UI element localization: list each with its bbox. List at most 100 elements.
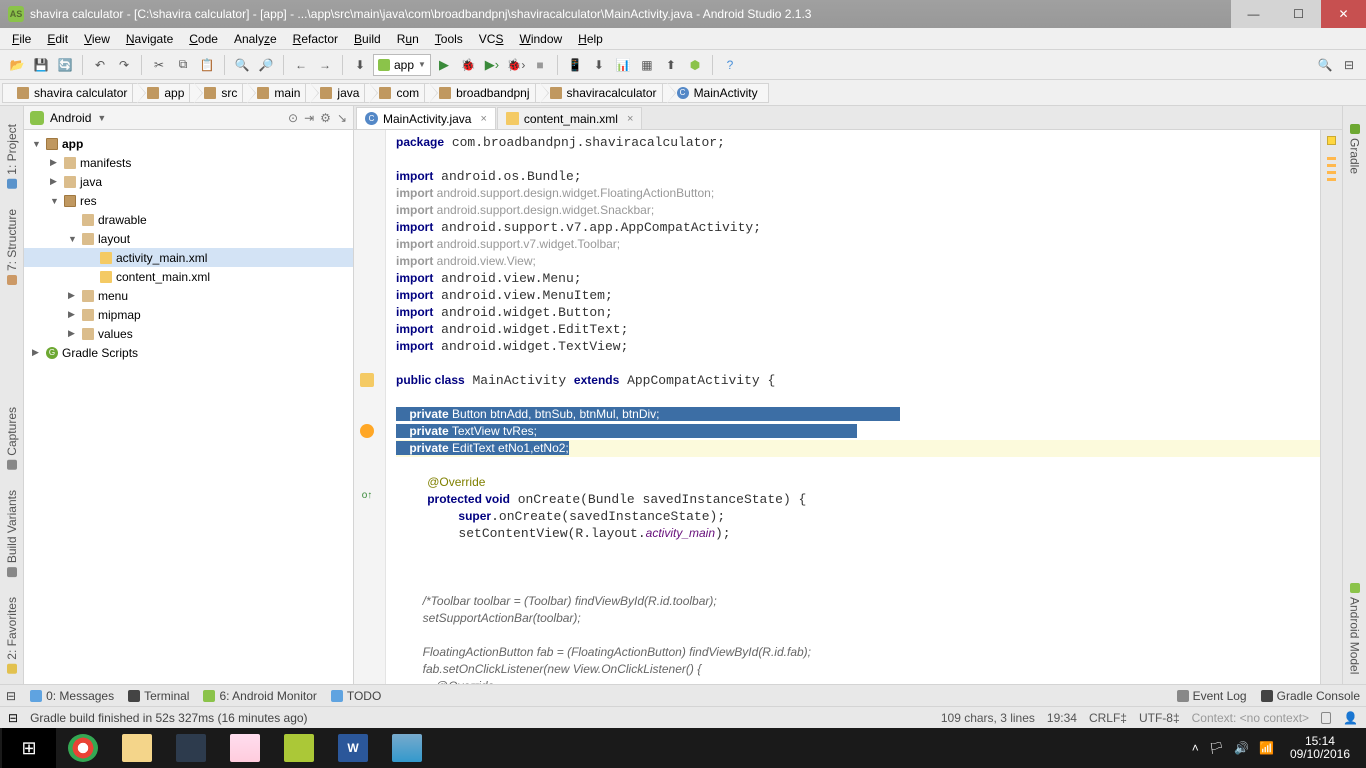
sdk-manager-icon[interactable]: ⬇ xyxy=(588,54,610,76)
expand-arrow-icon[interactable]: ▶ xyxy=(50,157,60,168)
taskbar-paint[interactable] xyxy=(218,728,272,768)
project-view-mode[interactable]: Android xyxy=(50,111,91,125)
ddms-icon[interactable]: 📊 xyxy=(612,54,634,76)
stop-icon[interactable]: ■ xyxy=(529,54,551,76)
tab-captures[interactable]: Captures xyxy=(3,397,21,480)
apply-changes-icon[interactable]: ▶› xyxy=(481,54,503,76)
expand-arrow-icon[interactable]: ▶ xyxy=(50,176,60,187)
android-icon[interactable]: ⬢ xyxy=(684,54,706,76)
tab-build-variants[interactable]: Build Variants xyxy=(3,480,21,587)
menu-window[interactable]: Window xyxy=(511,30,570,48)
ide-settings-icon[interactable]: ⊟ xyxy=(1338,54,1360,76)
maximize-button[interactable]: ☐ xyxy=(1276,0,1321,28)
replace-icon[interactable]: 🔎 xyxy=(255,54,277,76)
menu-refactor[interactable]: Refactor xyxy=(285,30,346,48)
menu-code[interactable]: Code xyxy=(181,30,226,48)
expand-arrow-icon[interactable]: ▼ xyxy=(50,196,60,206)
tray-network-icon[interactable]: 📶 xyxy=(1259,741,1274,755)
status-restore-icon[interactable]: ⊟ xyxy=(8,711,18,725)
status-line-ending[interactable]: CRLF‡ xyxy=(1089,711,1127,725)
tree-node[interactable]: ▶java xyxy=(24,172,353,191)
status-context[interactable]: Context: <no context> xyxy=(1192,711,1309,725)
crumb-project[interactable]: shavira calculator xyxy=(2,83,138,103)
menu-navigate[interactable]: Navigate xyxy=(118,30,181,48)
tray-flag-icon[interactable]: 🏳 xyxy=(1209,741,1224,755)
settings-icon[interactable]: ⊙ xyxy=(288,111,298,125)
crumb-pkg2[interactable]: broadbandpnj xyxy=(424,83,540,103)
tray-clock[interactable]: 15:14 09/10/2016 xyxy=(1284,735,1356,761)
menu-run[interactable]: Run xyxy=(389,30,427,48)
tab-gradle[interactable]: Gradle xyxy=(1346,114,1364,184)
menu-help[interactable]: Help xyxy=(570,30,611,48)
tray-chevron-icon[interactable]: ˄ xyxy=(1192,741,1199,755)
expand-arrow-icon[interactable]: ▶ xyxy=(68,309,78,320)
layout-inspector-icon[interactable]: ▦ xyxy=(636,54,658,76)
warning-mark-icon[interactable] xyxy=(1327,157,1336,160)
taskbar-chrome[interactable] xyxy=(56,728,110,768)
warning-mark-icon[interactable] xyxy=(1327,171,1336,174)
gear-icon[interactable]: ⚙ xyxy=(320,111,331,125)
debug-icon[interactable]: 🐞 xyxy=(457,54,479,76)
find-icon[interactable]: 🔍 xyxy=(231,54,253,76)
expand-arrow-icon[interactable]: ▶ xyxy=(68,328,78,339)
tab-favorites[interactable]: 2: Favorites xyxy=(3,587,21,684)
taskbar-android-studio[interactable] xyxy=(272,728,326,768)
minimize-button[interactable]: — xyxy=(1231,0,1276,28)
lock-icon[interactable] xyxy=(1321,712,1331,724)
collapse-icon[interactable]: ⇥ xyxy=(304,111,314,125)
redo-icon[interactable]: ↷ xyxy=(113,54,135,76)
crumb-class[interactable]: CMainActivity xyxy=(662,83,769,103)
sync-icon[interactable]: 🔄 xyxy=(54,54,76,76)
status-encoding[interactable]: UTF-8‡ xyxy=(1139,711,1180,725)
menu-view[interactable]: View xyxy=(76,30,118,48)
close-button[interactable]: ✕ xyxy=(1321,0,1366,28)
menu-edit[interactable]: Edit xyxy=(39,30,76,48)
expand-arrow-icon[interactable]: ▶ xyxy=(68,290,78,301)
tab-gradle-console[interactable]: Gradle Console xyxy=(1261,689,1360,703)
menu-vcs[interactable]: VCS xyxy=(471,30,512,48)
tree-node[interactable]: activity_main.xml xyxy=(24,248,353,267)
open-icon[interactable]: 📂 xyxy=(6,54,28,76)
tab-content-main[interactable]: content_main.xml × xyxy=(497,107,642,129)
expand-arrow-icon[interactable]: ▼ xyxy=(32,139,42,149)
project-tree[interactable]: ▼app▶manifests▶java▼resdrawable▼layoutac… xyxy=(24,130,353,684)
save-icon[interactable]: 💾 xyxy=(30,54,52,76)
code-editor[interactable]: package com.broadbandpnj.shaviracalculat… xyxy=(386,130,1320,684)
tab-android-model[interactable]: Android Model xyxy=(1346,573,1364,684)
theme-editor-icon[interactable]: ⬆ xyxy=(660,54,682,76)
status-person-icon[interactable]: 👤 xyxy=(1343,711,1358,725)
tree-node[interactable]: content_main.xml xyxy=(24,267,353,286)
undo-icon[interactable]: ↶ xyxy=(89,54,111,76)
tree-node[interactable]: ▼layout xyxy=(24,229,353,248)
menu-tools[interactable]: Tools xyxy=(427,30,471,48)
tray-volume-icon[interactable]: 🔊 xyxy=(1234,741,1249,755)
back-icon[interactable]: ← xyxy=(290,54,312,76)
tree-node[interactable]: ▶manifests xyxy=(24,153,353,172)
tab-event-log[interactable]: Event Log xyxy=(1177,689,1247,703)
crumb-pkg3[interactable]: shaviracalculator xyxy=(535,83,668,103)
close-tab-icon[interactable]: × xyxy=(627,113,633,125)
menu-analyze[interactable]: Analyze xyxy=(226,30,285,48)
tab-terminal[interactable]: Terminal xyxy=(128,689,189,703)
hide-bottom-icon[interactable]: ⊟ xyxy=(6,689,16,703)
taskbar-explorer[interactable] xyxy=(110,728,164,768)
editor-gutter[interactable]: o↑ xyxy=(354,130,386,684)
copy-icon[interactable]: ⧉ xyxy=(172,54,194,76)
expand-arrow-icon[interactable]: ▶ xyxy=(32,347,42,358)
menu-build[interactable]: Build xyxy=(346,30,389,48)
menu-file[interactable]: File xyxy=(4,30,39,48)
tree-node[interactable]: ▶GGradle Scripts xyxy=(24,343,353,362)
tab-structure[interactable]: 7: Structure xyxy=(3,199,21,295)
expand-arrow-icon[interactable]: ▼ xyxy=(68,234,78,244)
tab-todo[interactable]: TODO xyxy=(331,689,381,703)
warning-mark-icon[interactable] xyxy=(1327,164,1336,167)
tree-node[interactable]: drawable xyxy=(24,210,353,229)
tab-android-monitor[interactable]: 6: Android Monitor xyxy=(203,689,316,703)
tab-project[interactable]: 1: Project xyxy=(3,114,21,199)
dropdown-icon[interactable]: ▼ xyxy=(97,113,106,123)
tree-node[interactable]: ▼app xyxy=(24,134,353,153)
start-button[interactable]: ⊞ xyxy=(2,728,56,768)
close-tab-icon[interactable]: × xyxy=(480,113,486,125)
tree-node[interactable]: ▼res xyxy=(24,191,353,210)
inspection-indicator-icon[interactable] xyxy=(1327,136,1336,145)
